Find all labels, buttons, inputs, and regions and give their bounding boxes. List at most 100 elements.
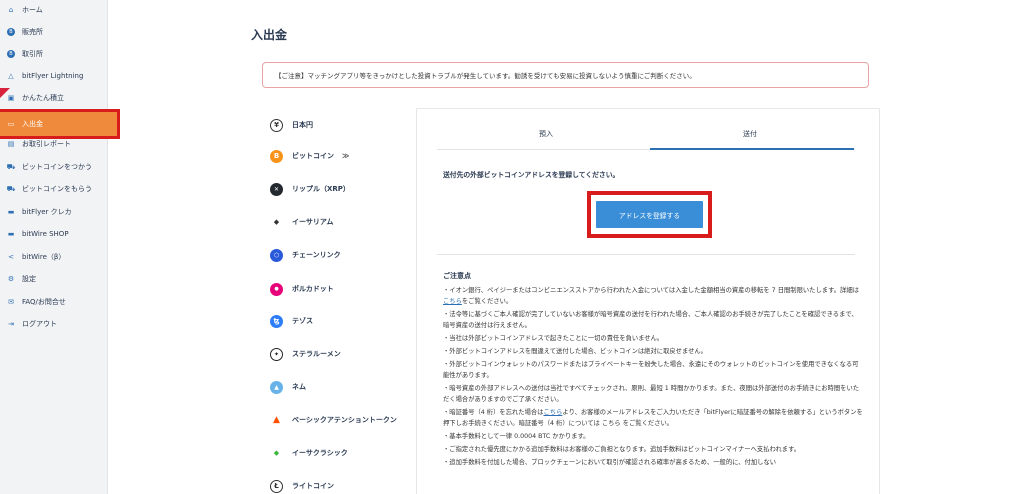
currency-label: テゾス (292, 317, 313, 325)
sidebar-item-label: ホーム (22, 6, 43, 14)
logout-icon: ⇥ (8, 320, 14, 328)
double-chevron-right-icon: ≫ (342, 152, 350, 160)
sidebar-item-deposit-withdraw[interactable]: ▭ 入出金 (0, 109, 120, 139)
sidebar-item-bitwire[interactable]: < bitWire（β） (0, 247, 108, 267)
litecoin-icon: Ł (270, 479, 283, 493)
sidebar-item-label: ログアウト (22, 320, 57, 328)
sidebar-item-settings[interactable]: ⚙ 設定 (0, 269, 108, 289)
lightning-icon: △ (8, 72, 14, 80)
warning-notice: 【ご注意】マッチングアプリ等をきっかけとした投資トラブルが発生しています。勧誘を… (262, 62, 869, 88)
sidebar-item-home[interactable]: ⌂ ホーム (0, 0, 108, 20)
currency-label: チェーンリンク (292, 251, 341, 259)
notes-title: ご注意点 (443, 272, 471, 280)
page-title: 入出金 (251, 28, 288, 42)
currency-link[interactable]: ⬡ チェーンリンク (270, 245, 410, 265)
bitcoin-icon: B (270, 149, 283, 163)
sidebar-item-use-bitcoin[interactable]: ⛟ ビットコインをつかう (0, 157, 108, 177)
currency-ltc[interactable]: Ł ライトコイン (270, 476, 410, 494)
note-item: ・追加手数料を付加した場合、ブロックチェーンにおいて取引が確認される確率が高まる… (443, 457, 863, 468)
currency-label: ポルカドット (292, 285, 334, 293)
stellar-icon: ✦ (270, 347, 283, 361)
xrp-icon: ✕ (270, 182, 283, 196)
currency-label: イーサクラシック (292, 449, 348, 457)
ethereum-classic-icon: ◆ (270, 446, 283, 460)
polkadot-icon: ● (270, 282, 283, 296)
sidebar-item-label: bitWire SHOP (22, 230, 69, 238)
note-item: ・ご指定された優先度にかかる追加手数料はお客様のご負担となります。追加手数料はビ… (443, 444, 863, 455)
sidebar-item-label: 入出金 (22, 120, 43, 128)
currency-label: ステラルーメン (292, 350, 341, 358)
pin-reset-link[interactable]: こちら (543, 409, 562, 416)
cart-icon: ⛟ (6, 162, 16, 171)
note-item: ・当社は外部ビットコインアドレスで起きたことに一切の責任を負いません。 (443, 333, 863, 344)
sidebar-item-logout[interactable]: ⇥ ログアウト (0, 314, 108, 334)
note-text: ・追加手数料を付加した場合、ブロックチェーンにおいて取引が確認される確率が高まる… (443, 458, 777, 466)
currency-xlm[interactable]: ✦ ステラルーメン (270, 344, 410, 364)
details-link[interactable]: こちら (443, 298, 462, 305)
currency-xem[interactable]: ▲ ネム (270, 377, 410, 397)
sidebar-item-label: かんたん積立 (22, 94, 64, 102)
card-icon: ▬ (7, 230, 15, 238)
tab-deposit[interactable]: 預入 (539, 129, 553, 139)
note-text: ・暗号資産の外部アドレスへの送付は当社ですべてチェックされ、原則、最短 1 時間… (443, 384, 860, 404)
button-highlight-frame: アドレスを登録する (587, 191, 712, 238)
note-item: ・法令等に基づくご本人確認が完了していないお客様が暗号資産の送付を行われた場合、… (443, 309, 863, 332)
active-tab-indicator (650, 148, 854, 150)
currency-dot[interactable]: ● ポルカドット (270, 279, 410, 299)
report-icon: ▤ (7, 140, 15, 148)
sidebar-item-lightning[interactable]: △ bitFlyer Lightning (0, 66, 108, 86)
register-address-button[interactable]: アドレスを登録する (596, 201, 703, 228)
note-text: ・外部ビットコインアドレスを間違えて送付した場合、ビットコインは絶対に取戻せませ… (443, 347, 707, 355)
nem-icon: ▲ (270, 380, 283, 394)
note-item: ・外部ビットコインアドレスを間違えて送付した場合、ビットコインは絶対に取戻せませ… (443, 346, 863, 357)
sidebar-item-sales[interactable]: B 販売所 (0, 22, 108, 42)
tezos-icon: ꜩ (270, 314, 283, 328)
sidebar-item-earn-bitcoin[interactable]: ⛟ ビットコインをもらう (0, 179, 108, 199)
sidebar-item-label: ビットコインをもらう (22, 185, 92, 193)
currency-xrp[interactable]: ✕ リップル（XRP） (270, 179, 410, 199)
divider (437, 254, 855, 255)
sidebar-item-credit-card[interactable]: ▬ bitFlyer クレカ (0, 202, 108, 222)
sidebar-item-label: bitFlyer Lightning (22, 72, 84, 80)
sidebar-item-exchange[interactable]: B 取引所 (0, 44, 108, 64)
note-item: ・イオン銀行、ペイジーまたはコンビニエンスストアから行われた入金については入金し… (443, 285, 863, 308)
sidebar-item-bitwire-shop[interactable]: ▬ bitWire SHOP (0, 224, 108, 244)
sidebar-item-label: お取引レポート (22, 140, 71, 148)
note-item: ・暗号資産の外部アドレスへの送付は当社ですべてチェックされ、原則、最短 1 時間… (443, 383, 863, 406)
note-text: ・基本手数料として一律 0.0004 BTC かかります。 (443, 433, 590, 441)
currency-xtz[interactable]: ꜩ テゾス (270, 311, 410, 331)
send-panel: 預入 送付 送付先の外部ビットコインアドレスを登録してください。 アドレスを登録… (416, 108, 880, 494)
tab-send[interactable]: 送付 (743, 129, 757, 139)
sidebar-item-label: bitWire（β） (22, 253, 66, 261)
sidebar: ⌂ ホーム B 販売所 B 取引所 △ bitFlyer Lightning ▣ かんたん… (0, 0, 120, 494)
currency-etc[interactable]: ◆ イーサクラシック (270, 443, 410, 463)
sidebar-item-faq[interactable]: ✉ FAQ/お問合せ (0, 292, 108, 312)
sidebar-item-label: FAQ/お問合せ (22, 298, 66, 306)
note-item: ・外部ビットコインウォレットのパスワードまたはプライベートキーを紛失した場合、永… (443, 359, 863, 382)
sidebar-item-easy-savings[interactable]: ▣ かんたん積立 (0, 88, 108, 108)
sidebar-item-label: 取引所 (22, 50, 43, 58)
gear-icon: ⚙ (7, 275, 15, 283)
currency-eth[interactable]: ◆ イーサリアム (270, 212, 410, 232)
sidebar-item-label: bitFlyer クレカ (22, 208, 72, 216)
yen-icon: ¥ (270, 118, 283, 132)
currency-jpy[interactable]: ¥ 日本円 (270, 115, 410, 135)
chainlink-icon: ⬡ (270, 248, 283, 262)
note-item: ・暗証番号（4 桁）を忘れた場合はこちらより、お客様のメールアドレスをご入力いた… (443, 407, 863, 430)
card-icon: ▬ (7, 208, 15, 216)
currency-label: ネム (292, 383, 306, 391)
note-text: ・暗証番号（4 桁）を忘れた場合は (443, 408, 544, 416)
piggy-bank-icon: ▣ (7, 94, 15, 102)
currency-bat[interactable]: ▲ ベーシックアテンショントークン (270, 410, 410, 430)
home-icon: ⌂ (8, 6, 14, 14)
bat-icon: ▲ (270, 413, 283, 427)
bitcoin-icon: B (7, 28, 15, 36)
currency-btc[interactable]: B ビットコイン ≫ (270, 146, 410, 166)
note-item: ・基本手数料として一律 0.0004 BTC かかります。 (443, 431, 863, 442)
panel-heading: 送付先の外部ビットコインアドレスを登録してください。 (443, 171, 620, 179)
sidebar-item-report[interactable]: ▤ お取引レポート (0, 134, 108, 154)
sidebar-item-label: ビットコインをつかう (22, 163, 92, 171)
cart-icon: ⛟ (6, 184, 16, 193)
note-text: ・法令等に基づくご本人確認が完了していないお客様が暗号資産の送付を行われた場合、… (443, 311, 858, 330)
currency-label: 日本円 (292, 121, 313, 129)
